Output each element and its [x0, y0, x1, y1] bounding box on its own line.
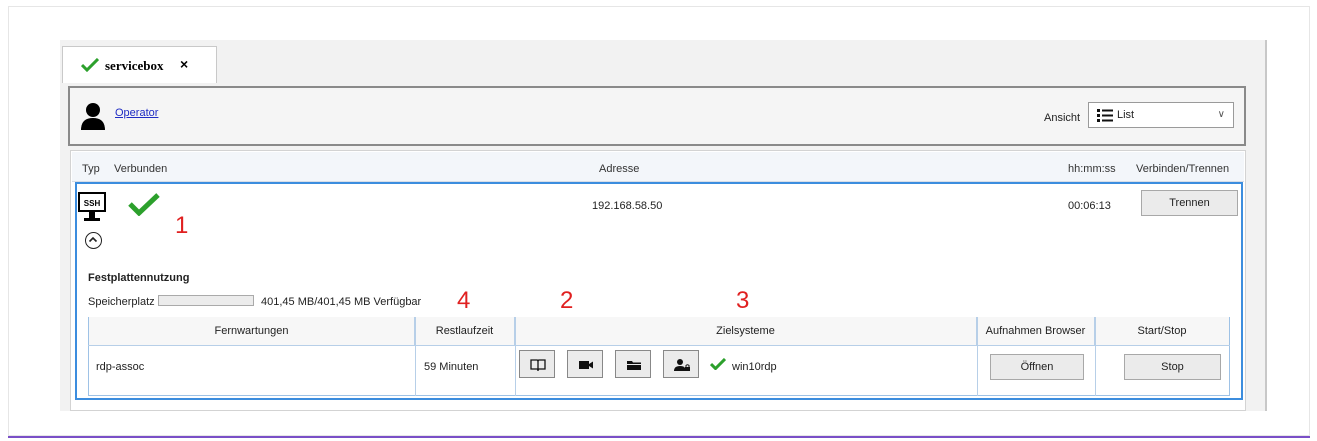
target-system-name: win10rdp: [732, 361, 777, 373]
bottom-accent-line: [8, 436, 1310, 438]
header-remote: Fernwartungen: [89, 317, 415, 345]
header-targets: Zielsysteme: [515, 317, 977, 345]
ssh-badge-text: SSH: [84, 199, 101, 208]
header-time: hh:mm:ss: [1068, 163, 1116, 175]
operator-link[interactable]: Operator: [115, 107, 158, 119]
open-recordings-button[interactable]: Öffnen: [990, 354, 1084, 380]
view-select[interactable]: List ∨: [1088, 102, 1234, 128]
target-status-check-icon: [709, 357, 727, 373]
annotation-3: 3: [736, 287, 750, 314]
collapse-icon[interactable]: [85, 232, 102, 249]
folder-button[interactable]: [615, 350, 651, 378]
list-icon: [1097, 108, 1113, 125]
divider: [977, 317, 978, 396]
session-remote: rdp-assoc: [96, 361, 145, 373]
annotation-2: 2: [560, 287, 574, 314]
user-icon: [80, 102, 106, 133]
annotation-4: 4: [457, 287, 471, 314]
row-address: 192.168.58.50: [592, 200, 663, 212]
tab-label: servicebox: [105, 58, 164, 73]
check-icon: [80, 57, 100, 75]
connected-check-icon: [128, 192, 160, 219]
disk-label: Speicherplatz: [88, 296, 155, 308]
stop-button[interactable]: Stop: [1124, 354, 1221, 380]
divider: [515, 317, 516, 396]
toolbar: Operator Ansicht List ∨: [68, 86, 1246, 146]
book-button[interactable]: [519, 350, 555, 378]
disk-usage-text: 401,45 MB/401,45 MB Verfügbar: [261, 296, 422, 308]
table-header: Typ Verbunden Adresse hh:mm:ss Verbinden…: [72, 152, 1244, 182]
view-select-value: List: [1117, 109, 1135, 121]
view-label: Ansicht: [1044, 112, 1081, 124]
session-remaining: 59 Minuten: [424, 361, 479, 373]
header-type: Typ: [82, 163, 100, 175]
user-lock-button[interactable]: [663, 350, 699, 378]
header-action: Verbinden/Trennen: [1136, 163, 1230, 175]
disk-title: Festplattennutzung: [88, 272, 190, 284]
divider: [88, 345, 1230, 346]
close-icon[interactable]: ×: [180, 56, 188, 72]
video-button[interactable]: [567, 350, 603, 378]
divider: [415, 317, 416, 396]
header-recordings: Aufnahmen Browser: [977, 317, 1095, 345]
ssh-terminal-icon: SSH: [78, 192, 106, 227]
annotation-1: 1: [175, 212, 189, 239]
header-remaining: Restlaufzeit: [415, 317, 515, 345]
header-address: Adresse: [599, 163, 640, 175]
chevron-down-icon: ∨: [1217, 109, 1225, 120]
divider: [1095, 317, 1096, 396]
row-time: 00:06:13: [1068, 200, 1111, 212]
disconnect-button[interactable]: Trennen: [1141, 190, 1238, 216]
tab-servicebox[interactable]: servicebox ×: [62, 46, 217, 83]
header-connected: Verbunden: [114, 163, 168, 175]
header-startstop: Start/Stop: [1095, 317, 1229, 345]
disk-usage-bar: [158, 295, 254, 306]
